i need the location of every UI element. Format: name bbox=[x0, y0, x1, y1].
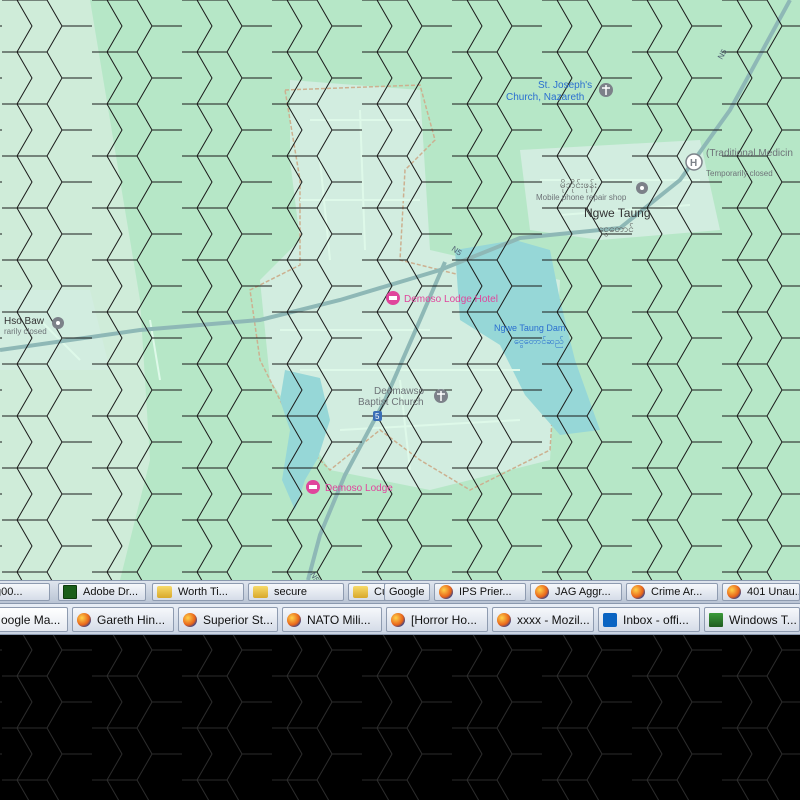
label-deemawso-line1[interactable]: Deemawso bbox=[374, 386, 424, 397]
label-ngwe-taung-local: ငွေတောင် bbox=[598, 222, 634, 237]
firefox-icon bbox=[391, 612, 405, 627]
task-manager-icon bbox=[709, 612, 723, 627]
taskbar-item[interactable]: 401 Unau... bbox=[722, 583, 800, 601]
label-temporarily-closed: Temporarily closed bbox=[706, 169, 773, 178]
place-pin-icon[interactable] bbox=[52, 317, 64, 329]
label-demoso-lodge-hotel[interactable]: Demoso Lodge Hotel bbox=[404, 294, 498, 305]
firefox-icon bbox=[631, 585, 645, 599]
road-shield-icon: 5 bbox=[373, 411, 382, 421]
firefox-icon bbox=[287, 612, 301, 627]
taskbar-item[interactable]: Worth Ti... bbox=[152, 583, 244, 601]
label-hso-baw[interactable]: Hso Baw bbox=[4, 316, 45, 327]
hospital-icon[interactable]: H bbox=[685, 153, 703, 171]
label-traditional-medicine[interactable]: (Traditional Medicin bbox=[706, 148, 793, 159]
label-st-joseph-line2[interactable]: Church, Nazareth bbox=[506, 92, 584, 103]
hex-grid-lines-bottom bbox=[0, 634, 800, 800]
taskbar-item[interactable]: Gareth Hin... bbox=[72, 607, 174, 632]
map-canvas[interactable]: St. Joseph's Church, Nazareth H (Traditi… bbox=[0, 0, 800, 800]
label-mobile-shop-name[interactable]: မိုဘိုင်းဖုန်း bbox=[560, 178, 597, 193]
hex-map-overlay-screen: St. Joseph's Church, Nazareth H (Traditi… bbox=[0, 0, 800, 800]
folder-icon bbox=[353, 586, 368, 598]
taskbar-item[interactable]: oogle Ma... bbox=[0, 607, 68, 632]
taskbar-item[interactable]: Adobe Dr... bbox=[58, 583, 146, 601]
hex-grid-lines-top bbox=[0, 0, 800, 580]
taskbar-primary-row: oogle Ma... Gareth Hin... Superior St...… bbox=[0, 603, 800, 635]
church-icon[interactable] bbox=[599, 83, 613, 97]
firefox-icon bbox=[77, 612, 91, 627]
label-ngwe-taung[interactable]: Ngwe Taung bbox=[584, 206, 651, 220]
taskbar-item[interactable]: xxxx - Mozil... bbox=[492, 607, 594, 632]
hotel-icon[interactable] bbox=[386, 291, 400, 305]
svg-text:H: H bbox=[690, 158, 697, 169]
svg-text:5: 5 bbox=[375, 412, 380, 421]
taskbar-item[interactable]: Superior St... bbox=[178, 607, 278, 632]
label-demoso-lodge[interactable]: Demoso Lodge bbox=[325, 483, 393, 494]
taskbar-item[interactable]: IPS Prier... bbox=[434, 583, 526, 601]
baptist-church-icon[interactable] bbox=[434, 389, 448, 403]
taskbar-secondary-row: g00... Adobe Dr... Worth Ti... secure Cu… bbox=[0, 580, 800, 604]
taskbar-item[interactable]: Windows T... bbox=[704, 607, 800, 632]
taskbar-item[interactable]: Crime Ar... bbox=[626, 583, 718, 601]
taskbar-item[interactable]: Inbox - offi... bbox=[598, 607, 700, 632]
label-ngwe-taung-dam[interactable]: Ngwe Taung Dam bbox=[494, 323, 565, 333]
folder-icon bbox=[253, 586, 268, 598]
label-mobile-repair-shop: Mobile phone repair shop bbox=[536, 193, 627, 202]
taskbar-item[interactable]: JAG Aggr... bbox=[530, 583, 622, 601]
firefox-icon bbox=[535, 585, 549, 599]
firefox-icon bbox=[727, 585, 741, 599]
taskbar-item[interactable]: Google bbox=[384, 583, 430, 601]
shop-pin-icon[interactable] bbox=[636, 182, 648, 194]
label-st-joseph-line1[interactable]: St. Joseph's bbox=[538, 80, 592, 91]
taskbar-item[interactable]: NATO Mili... bbox=[282, 607, 382, 632]
taskbar-item[interactable]: [Horror Ho... bbox=[386, 607, 488, 632]
firefox-icon bbox=[497, 612, 511, 627]
label-rarily-closed: rarily closed bbox=[4, 327, 47, 336]
firefox-icon bbox=[439, 585, 453, 599]
adobe-app-icon bbox=[63, 585, 77, 599]
folder-icon bbox=[157, 586, 172, 598]
firefox-icon bbox=[183, 612, 197, 627]
outlook-icon bbox=[603, 612, 617, 627]
lodge-hotel-icon[interactable] bbox=[306, 480, 320, 494]
label-deemawso-line2[interactable]: Baptist Church bbox=[358, 397, 424, 408]
taskbar-item[interactable]: secure bbox=[248, 583, 344, 601]
taskbar-item[interactable]: g00... bbox=[0, 583, 50, 601]
